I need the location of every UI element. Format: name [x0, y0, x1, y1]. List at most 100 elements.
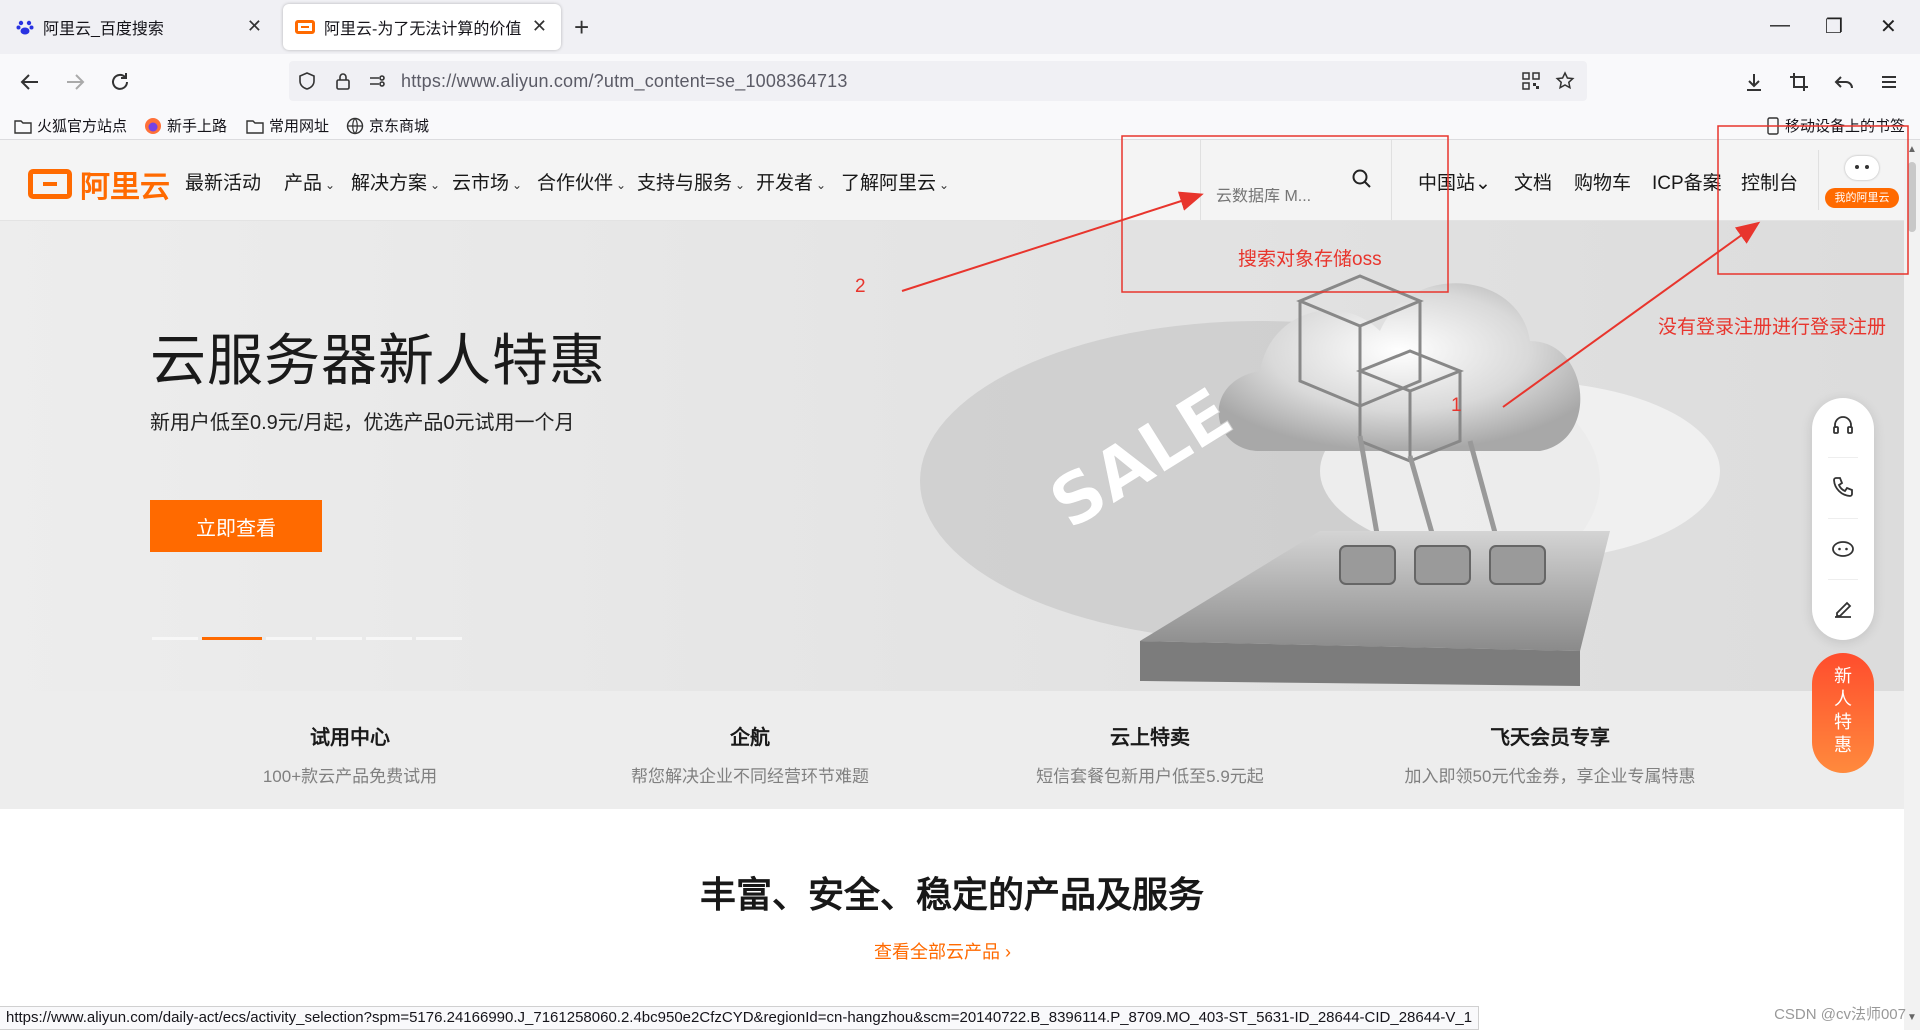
menu-label: 合作伙伴 [537, 173, 614, 194]
carousel-dot[interactable] [152, 637, 198, 640]
bookmark-firefox-site[interactable]: 火狐官方站点 [14, 115, 127, 136]
user-menu[interactable]: 我的阿里云 [1818, 150, 1904, 210]
url-text: https://www.aliyun.com/?utm_content=se_1… [401, 71, 848, 91]
minimize-icon[interactable]: — [1770, 14, 1790, 37]
menu-support[interactable]: 支持与服务 ⌄ [637, 168, 745, 195]
search-input[interactable] [1216, 188, 1336, 206]
close-tab-icon[interactable]: ✕ [247, 16, 262, 37]
menu-products[interactable]: 产品 ⌄ [284, 168, 335, 195]
view-now-button[interactable]: 立即查看 [150, 500, 322, 552]
hero-illustration: SALE [920, 274, 1720, 686]
bookmark-jd[interactable]: 京东商城 [346, 115, 429, 136]
menu-about[interactable]: 了解阿里云 ⌄ [841, 168, 949, 195]
baidu-paw-icon [16, 20, 34, 35]
phone-icon[interactable] [1831, 475, 1855, 499]
chevron-down-icon: ⌄ [939, 178, 950, 192]
menu-marketplace[interactable]: 云市场 ⌄ [452, 168, 522, 195]
products-section-title: 丰富、安全、稳定的产品及服务 [699, 874, 1204, 915]
menu-developers[interactable]: 开发者 ⌄ [756, 168, 826, 195]
bookmark-label: 火狐官方站点 [37, 118, 128, 135]
menu-solutions[interactable]: 解决方案 ⌄ [351, 168, 440, 195]
promo-char: 特 [1834, 712, 1852, 732]
feature-title: 试用中心 [310, 727, 390, 749]
feature-desc: 加入即领50元代金券，享企业专属特惠 [1404, 767, 1696, 786]
mobile-device-icon [1767, 116, 1779, 135]
menu-latest-activities[interactable]: 最新活动 [185, 168, 261, 195]
chevron-down-icon: ⌄ [616, 178, 627, 192]
reload-icon[interactable] [106, 68, 134, 96]
scroll-up-icon[interactable]: ▲ [1907, 144, 1917, 155]
region-selector[interactable]: 中国站⌄ [1418, 168, 1491, 195]
chevron-down-icon: ⌄ [430, 178, 441, 192]
bookmark-star-icon[interactable] [1555, 71, 1575, 91]
bookmark-common-sites[interactable]: 常用网址 [246, 115, 329, 136]
address-bar[interactable]: https://www.aliyun.com/?utm_content=se_1… [289, 61, 1587, 101]
feature-cloud-sale[interactable]: 云上特卖 短信套餐包新用户低至5.9元起 [990, 721, 1310, 787]
carousel-dot-active[interactable] [202, 637, 262, 640]
aliyun-logo[interactable]: 阿里云 [28, 162, 170, 206]
carousel-dot[interactable] [416, 637, 462, 640]
bookmarks-bar: 火狐官方站点 新手上路 常用网址 京东商城 移动设备上的书签 [0, 110, 1920, 140]
tab-title: 阿里云_百度搜索 [43, 21, 164, 38]
bookmark-label: 新手上路 [167, 118, 228, 135]
new-tab-icon[interactable]: + [574, 12, 589, 43]
search-icon[interactable] [1351, 168, 1373, 190]
bookmark-getting-started[interactable]: 新手上路 [144, 115, 227, 136]
robot-icon[interactable] [1831, 536, 1855, 560]
close-window-icon[interactable]: ✕ [1880, 14, 1897, 39]
lock-icon[interactable] [333, 71, 353, 91]
screenshot-crop-icon[interactable] [1785, 68, 1813, 96]
annotation-search-note: 搜索对象存储oss [1238, 249, 1382, 270]
close-tab-icon[interactable]: ✕ [532, 16, 547, 37]
download-icon[interactable] [1740, 68, 1768, 96]
my-aliyun-badge[interactable]: 我的阿里云 [1825, 188, 1899, 208]
carousel-dot[interactable] [266, 637, 312, 640]
region-label: 中国站 [1418, 173, 1476, 194]
annotation-label-2: 2 [855, 276, 866, 297]
carousel-dot[interactable] [316, 637, 362, 640]
mobile-bookmarks[interactable]: 移动设备上的书签 [1766, 115, 1905, 136]
view-all-products-link[interactable]: 查看全部云产品 › [874, 938, 1011, 964]
undo-icon[interactable] [1830, 68, 1858, 96]
qr-code-icon[interactable] [1521, 71, 1541, 91]
page-scrollbar[interactable]: ▲ ▼ [1904, 140, 1920, 1030]
feature-trial-center[interactable]: 试用中心 100+款云产品免费试用 [190, 721, 510, 787]
annotation-label-1: 1 [1451, 395, 1462, 416]
menu-label: 支持与服务 [637, 173, 733, 194]
link-label: 查看全部云产品 [874, 942, 1000, 962]
headset-icon[interactable] [1831, 414, 1855, 438]
status-bar-url: https://www.aliyun.com/daily-act/ecs/act… [0, 1006, 1480, 1030]
feature-qihang[interactable]: 企航 帮您解决企业不同经营环节难题 [590, 721, 910, 787]
tab-baidu[interactable]: 阿里云_百度搜索 ✕ [4, 4, 276, 50]
edit-icon[interactable] [1831, 597, 1855, 621]
console-link[interactable]: 控制台 [1741, 168, 1798, 195]
scroll-down-icon[interactable]: ▼ [1907, 1012, 1917, 1023]
menu-partners[interactable]: 合作伙伴 ⌄ [537, 168, 626, 195]
feature-desc: 短信套餐包新用户低至5.9元起 [1036, 767, 1264, 786]
feature-desc: 100+款云产品免费试用 [262, 767, 438, 786]
menu-label: 解决方案 [351, 173, 428, 194]
bookmark-label: 京东商城 [369, 118, 430, 135]
back-icon[interactable] [16, 68, 44, 96]
cart-link[interactable]: 购物车 [1574, 168, 1631, 195]
newbie-promo-button[interactable]: 新 人 特 惠 [1812, 653, 1874, 773]
forward-icon[interactable] [61, 68, 89, 96]
docs-link[interactable]: 文档 [1514, 168, 1552, 195]
avatar-icon [1845, 156, 1879, 180]
icp-link[interactable]: ICP备案 [1652, 168, 1722, 195]
shield-icon[interactable] [297, 71, 317, 91]
scroll-thumb[interactable] [1908, 162, 1916, 232]
tab-aliyun[interactable]: 阿里云-为了无法计算的价值 ✕ [283, 4, 561, 50]
promo-char: 新 [1834, 666, 1852, 686]
chevron-down-icon: ⌄ [1475, 173, 1491, 194]
hero-subtitle: 新用户低至0.9元/月起，优选产品0元试用一个月 [150, 412, 575, 434]
firefox-icon [145, 117, 161, 134]
chevron-down-icon: ⌄ [512, 178, 523, 192]
carousel-dot[interactable] [366, 637, 412, 640]
permissions-icon[interactable] [367, 71, 387, 91]
feature-membership[interactable]: 飞天会员专享 加入即领50元代金券，享企业专属特惠 [1390, 721, 1710, 787]
restore-icon[interactable]: ❐ [1825, 14, 1843, 39]
feature-desc: 帮您解决企业不同经营环节难题 [631, 767, 869, 786]
csdn-watermark: CSDN @cv法师007 [1774, 1006, 1906, 1023]
menu-hamburger-icon[interactable] [1875, 68, 1903, 96]
